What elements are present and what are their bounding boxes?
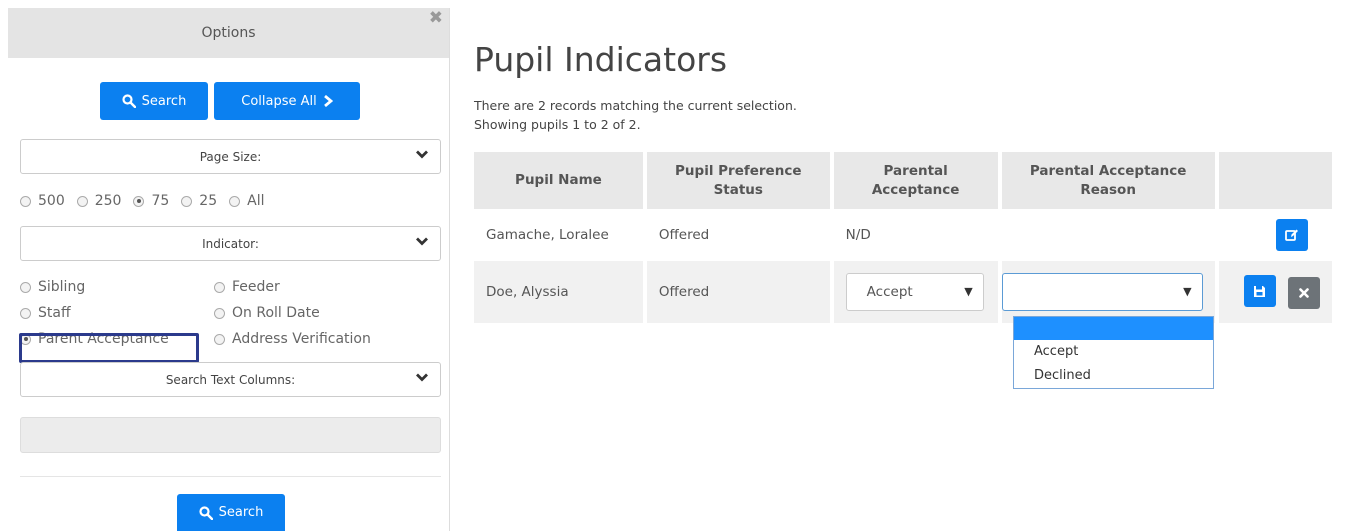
radio-label: 75 <box>151 193 170 209</box>
options-title: Options <box>201 25 256 41</box>
page-size-options: 500 250 75 25 All <box>20 193 276 209</box>
column-header[interactable]: Parental Acceptance Reason <box>999 152 1219 209</box>
pupil-name-cell: Gamache, Loralee <box>474 209 647 261</box>
radio-feeder[interactable] <box>214 281 225 293</box>
search-button-label: Search <box>141 93 187 109</box>
table-header-row: Pupil Name Pupil Preference Status Paren… <box>474 152 1332 209</box>
table-row: Gamache, Loralee Offered N/D <box>474 209 1332 261</box>
preference-status-cell: Offered <box>644 209 834 261</box>
dropdown-option-accept[interactable]: Accept <box>1014 340 1213 364</box>
page-title: Pupil Indicators <box>474 40 728 79</box>
radio-250[interactable] <box>76 195 88 207</box>
actions-cell <box>1216 209 1332 261</box>
chevron-down-icon <box>416 150 428 159</box>
record-count-text: There are 2 records matching the current… <box>474 98 797 113</box>
indicator-option-staff[interactable]: Staff <box>20 305 71 321</box>
bottom-search-label: Search <box>218 505 264 520</box>
column-header[interactable]: Parental Acceptance <box>831 152 1002 209</box>
indicator-option-address-verification[interactable]: Address Verification <box>214 331 371 347</box>
page-size-label: Page Size: <box>199 149 262 164</box>
save-button[interactable] <box>1243 275 1276 308</box>
search-icon <box>199 505 213 520</box>
dropdown-option-blank[interactable] <box>1014 317 1213 340</box>
pupil-name-cell: Doe, Alyssia <box>474 261 647 323</box>
collapse-all-label: Collapse All <box>241 93 317 109</box>
actions-cell <box>1216 261 1332 323</box>
acceptance-reason-cell <box>999 209 1219 261</box>
radio-label: Staff <box>38 305 71 321</box>
acceptance-reason-dropdown: Accept Declined <box>1013 316 1214 389</box>
collapse-all-button[interactable]: Collapse All <box>214 82 360 120</box>
divider <box>20 476 441 477</box>
radio-label: Address Verification <box>232 331 371 347</box>
chevron-down-icon <box>416 237 428 246</box>
preference-status-cell: Offered <box>644 261 834 323</box>
indicator-label: Indicator: <box>202 236 259 251</box>
showing-pupils-text: Showing pupils 1 to 2 of 2. <box>474 117 641 132</box>
chevron-right-icon <box>323 95 333 107</box>
radio-staff[interactable] <box>20 307 31 319</box>
parental-acceptance-cell: N/D <box>831 209 1002 261</box>
edit-icon <box>1285 229 1298 241</box>
search-text-columns-select[interactable]: Search Text Columns: <box>20 362 441 397</box>
close-icon[interactable]: ✖ <box>429 8 443 28</box>
radio-label: 250 <box>94 193 122 209</box>
radio-500[interactable] <box>20 195 31 207</box>
search-text-columns-label: Search Text Columns: <box>165 372 296 387</box>
bottom-search-button[interactable]: Search <box>177 494 285 531</box>
radio-label: Feeder <box>232 279 280 295</box>
indicator-select[interactable]: Indicator: <box>20 226 441 261</box>
radio-25[interactable] <box>181 195 193 207</box>
column-header[interactable]: Pupil Name <box>474 152 647 209</box>
radio-label: On Roll Date <box>232 305 320 321</box>
options-panel: Options ✖ Search Collapse All Page Size:… <box>8 8 450 531</box>
close-icon <box>1299 287 1309 298</box>
parental-acceptance-value: Accept <box>866 284 913 300</box>
save-icon <box>1254 285 1266 297</box>
radio-address-verification[interactable] <box>214 333 225 345</box>
chevron-down-icon <box>416 373 428 382</box>
search-text-input[interactable] <box>20 417 441 453</box>
dropdown-option-declined[interactable]: Declined <box>1014 364 1213 388</box>
radio-label: Sibling <box>38 279 86 295</box>
acceptance-reason-select[interactable]: ▼ <box>1001 273 1203 311</box>
pupil-indicators-table: Pupil Name Pupil Preference Status Paren… <box>474 152 1332 323</box>
search-icon <box>122 94 136 108</box>
parental-acceptance-select[interactable]: Accept ▼ <box>845 273 984 311</box>
selection-highlight <box>19 333 199 363</box>
radio-on-roll-date[interactable] <box>214 307 225 319</box>
indicator-option-feeder[interactable]: Feeder <box>214 279 280 295</box>
page-size-select[interactable]: Page Size: <box>20 139 441 174</box>
parental-acceptance-cell: Accept ▼ <box>831 261 1002 323</box>
acceptance-reason-cell: ▼ <box>999 261 1219 323</box>
cancel-button[interactable] <box>1288 276 1320 309</box>
radio-sibling[interactable] <box>20 281 31 293</box>
caret-down-icon: ▼ <box>1183 285 1192 298</box>
options-header: Options ✖ <box>8 8 449 58</box>
edit-button[interactable] <box>1276 219 1308 251</box>
radio-75[interactable] <box>133 195 145 207</box>
caret-down-icon: ▼ <box>964 285 973 298</box>
table-row: Doe, Alyssia Offered Accept ▼ ▼ <box>474 261 1332 323</box>
radio-label: 25 <box>199 193 218 209</box>
radio-label: All <box>247 193 265 209</box>
indicator-option-sibling[interactable]: Sibling <box>20 279 85 295</box>
indicator-option-on-roll-date[interactable]: On Roll Date <box>214 305 320 321</box>
column-header-actions <box>1216 152 1332 209</box>
column-header[interactable]: Pupil Preference Status <box>644 152 834 209</box>
search-button[interactable]: Search <box>100 82 208 120</box>
radio-label: 500 <box>38 193 65 209</box>
radio-all[interactable] <box>229 195 241 207</box>
